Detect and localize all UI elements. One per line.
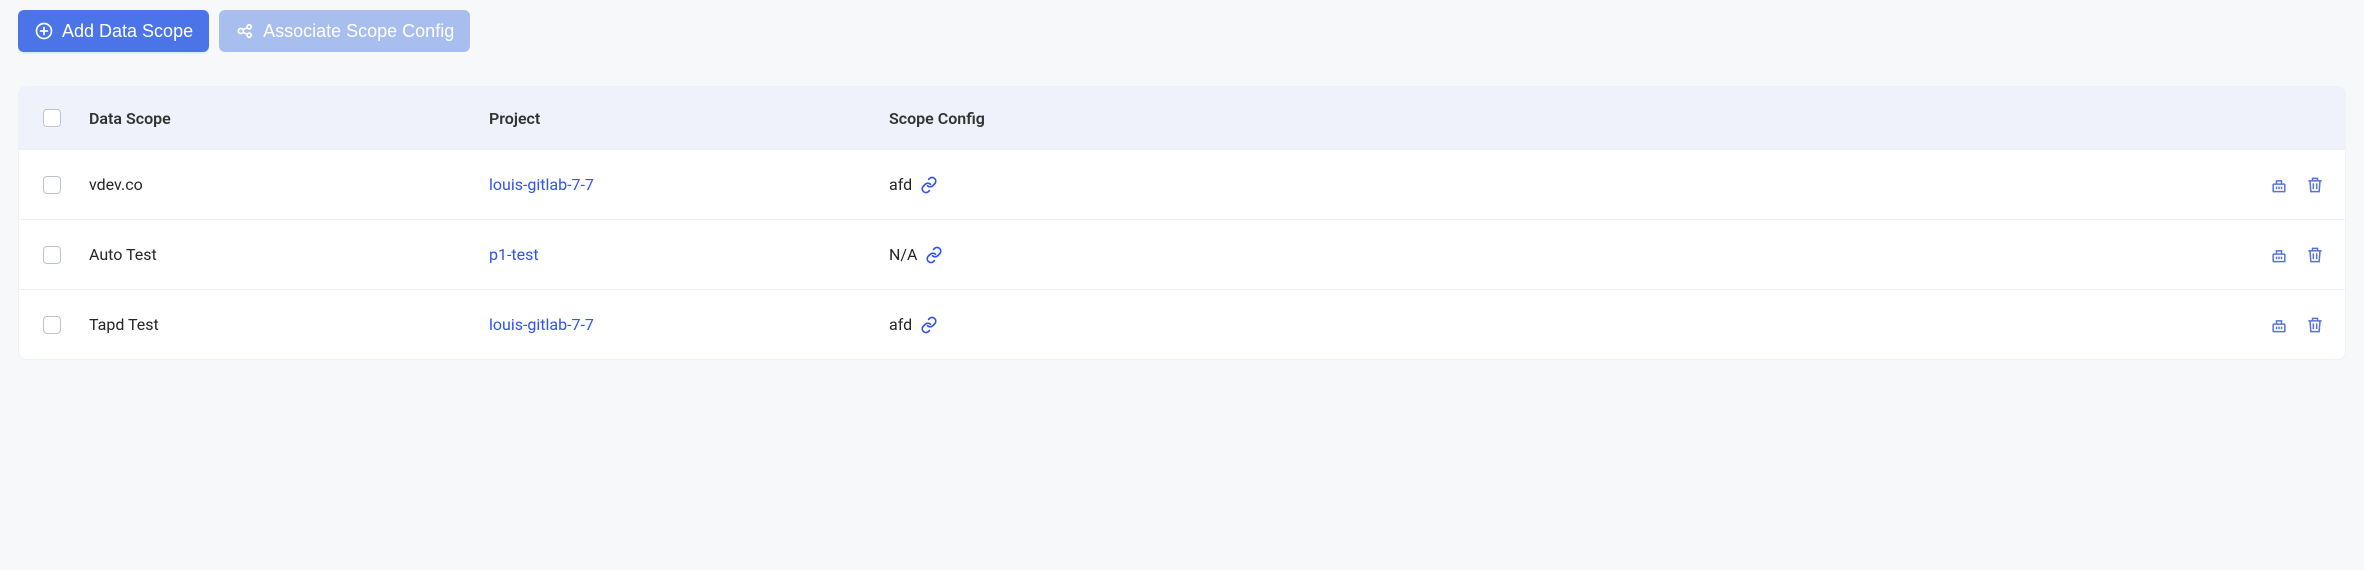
link-icon[interactable] xyxy=(920,176,938,194)
row-checkbox[interactable] xyxy=(43,316,61,334)
link-icon[interactable] xyxy=(925,246,943,264)
select-all-checkbox[interactable] xyxy=(43,109,61,127)
column-header-project: Project xyxy=(489,109,889,128)
column-header-data-scope: Data Scope xyxy=(89,109,489,128)
data-scope-cell: vdev.co xyxy=(89,175,489,194)
table-header: Data Scope Project Scope Config xyxy=(19,87,2345,149)
project-link[interactable]: p1-test xyxy=(489,245,539,264)
scope-config-value: afd xyxy=(889,315,912,334)
column-header-scope-config: Scope Config xyxy=(889,109,2245,128)
trash-icon[interactable] xyxy=(2305,245,2325,265)
add-data-scope-label: Add Data Scope xyxy=(62,21,193,42)
project-link[interactable]: louis-gitlab-7-7 xyxy=(489,315,594,334)
row-checkbox[interactable] xyxy=(43,176,61,194)
add-data-scope-button[interactable]: Add Data Scope xyxy=(18,10,209,52)
associate-scope-config-label: Associate Scope Config xyxy=(263,21,454,42)
link-icon[interactable] xyxy=(920,316,938,334)
gear-share-icon xyxy=(235,21,255,41)
scope-config-value: afd xyxy=(889,175,912,194)
table-row: vdev.co louis-gitlab-7-7 afd xyxy=(19,149,2345,219)
trash-icon[interactable] xyxy=(2305,175,2325,195)
plus-circle-icon xyxy=(34,21,54,41)
clear-icon[interactable] xyxy=(2269,175,2289,195)
trash-icon[interactable] xyxy=(2305,315,2325,335)
data-scope-cell: Auto Test xyxy=(89,245,489,264)
table-row: Auto Test p1-test N/A xyxy=(19,219,2345,289)
associate-scope-config-button: Associate Scope Config xyxy=(219,10,470,52)
clear-icon[interactable] xyxy=(2269,245,2289,265)
clear-icon[interactable] xyxy=(2269,315,2289,335)
table-row: Tapd Test louis-gitlab-7-7 afd xyxy=(19,289,2345,359)
data-scope-cell: Tapd Test xyxy=(89,315,489,334)
data-scope-table: Data Scope Project Scope Config vdev.co … xyxy=(18,86,2346,360)
row-checkbox[interactable] xyxy=(43,246,61,264)
project-link[interactable]: louis-gitlab-7-7 xyxy=(489,175,594,194)
scope-config-value: N/A xyxy=(889,245,917,264)
toolbar: Add Data Scope Associate Scope Config xyxy=(18,10,2346,52)
